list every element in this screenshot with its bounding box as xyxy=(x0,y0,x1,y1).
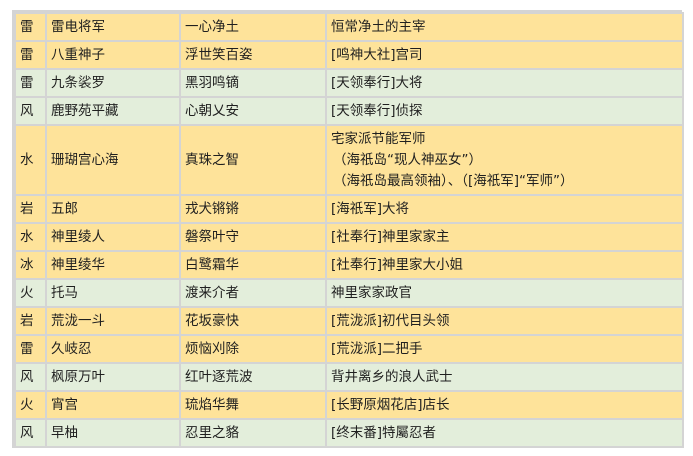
desc-line: [天领奉行]大将 xyxy=(331,74,423,91)
name-cell: 神里绫人 xyxy=(45,222,181,252)
desc-line: [社奉行]神里家家主 xyxy=(331,228,450,245)
title-cell: 浮世笑百姿 xyxy=(179,40,327,70)
name-cell: 托马 xyxy=(45,278,181,308)
desc-line: （海祇岛最高领袖）、（[海祇军]“军师”） xyxy=(333,172,574,189)
name-cell: 久岐忍 xyxy=(45,334,181,364)
name-cell: 鹿野苑平藏 xyxy=(45,96,181,126)
table-row: 风 早柚 忍里之貉 [终末番]特屬忍者 xyxy=(14,418,684,448)
title-cell: 心朝乂安 xyxy=(179,96,327,126)
table-row: 火 宵宫 琉焰华舞 [长野原烟花店]店长 xyxy=(14,390,684,420)
element-cell: 冰 xyxy=(14,250,47,280)
desc-line: [鸣神大社]宫司 xyxy=(331,46,423,63)
desc-cell: 恒常净土的主宰 xyxy=(325,12,684,42)
table-row: 岩 五郎 戎犬锵锵 [海祇军]大将 xyxy=(14,194,684,224)
name-cell: 荒泷一斗 xyxy=(45,306,181,336)
title-cell: 红叶逐荒波 xyxy=(179,362,327,392)
desc-line: （海祇岛“现人神巫女”） xyxy=(333,151,482,168)
element-cell: 水 xyxy=(14,222,47,252)
title-cell: 琉焰华舞 xyxy=(179,390,327,420)
table-row: 水 珊瑚宫心海 真珠之智 宅家派节能军师 （海祇岛“现人神巫女”） （海祇岛最高… xyxy=(14,124,684,196)
title-cell: 磐祭叶守 xyxy=(179,222,327,252)
desc-cell: [长野原烟花店]店长 xyxy=(325,390,684,420)
element-cell: 岩 xyxy=(14,194,47,224)
name-cell: 雷电将军 xyxy=(45,12,181,42)
name-cell: 八重神子 xyxy=(45,40,181,70)
table-row: 水 神里绫人 磐祭叶守 [社奉行]神里家家主 xyxy=(14,222,684,252)
desc-line: [长野原烟花店]店长 xyxy=(331,396,450,413)
table-row: 雷 久岐忍 烦恼刈除 [荒泷派]二把手 xyxy=(14,334,684,364)
desc-cell: [社奉行]神里家大小姐 xyxy=(325,250,684,280)
name-cell: 五郎 xyxy=(45,194,181,224)
desc-cell: [荒泷派]二把手 xyxy=(325,334,684,364)
desc-cell: [天领奉行]侦探 xyxy=(325,96,684,126)
element-cell: 水 xyxy=(14,124,47,196)
name-cell: 宵宫 xyxy=(45,390,181,420)
element-cell: 雷 xyxy=(14,40,47,70)
character-table-body: 雷 雷电将军 一心净土 恒常净土的主宰 雷 八重神子 浮世笑百姿 [鸣神大社]宫… xyxy=(14,12,684,448)
desc-cell: [荒泷派]初代目头领 xyxy=(325,306,684,336)
name-cell: 神里绫华 xyxy=(45,250,181,280)
title-cell: 真珠之智 xyxy=(179,124,327,196)
table-row: 雷 八重神子 浮世笑百姿 [鸣神大社]宫司 xyxy=(14,40,684,70)
desc-line: [天领奉行]侦探 xyxy=(331,102,423,119)
desc-line: 宅家派节能军师 xyxy=(331,130,426,147)
desc-line: [荒泷派]初代目头领 xyxy=(331,312,450,329)
name-cell: 枫原万叶 xyxy=(45,362,181,392)
table-row: 火 托马 渡来介者 神里家家政官 xyxy=(14,278,684,308)
table-row: 雷 雷电将军 一心净土 恒常净土的主宰 xyxy=(14,12,684,42)
table-row: 岩 荒泷一斗 花坂豪快 [荒泷派]初代目头领 xyxy=(14,306,684,336)
title-cell: 烦恼刈除 xyxy=(179,334,327,364)
table-row: 风 枫原万叶 红叶逐荒波 背井离乡的浪人武士 xyxy=(14,362,684,392)
title-cell: 白鹭霜华 xyxy=(179,250,327,280)
desc-cell: 背井离乡的浪人武士 xyxy=(325,362,684,392)
desc-cell: 宅家派节能军师 （海祇岛“现人神巫女”） （海祇岛最高领袖）、（[海祇军]“军师… xyxy=(325,124,684,196)
title-cell: 渡来介者 xyxy=(179,278,327,308)
desc-line: 背井离乡的浪人武士 xyxy=(331,368,453,385)
desc-line: [荒泷派]二把手 xyxy=(331,340,423,357)
element-cell: 雷 xyxy=(14,68,47,98)
title-cell: 戎犬锵锵 xyxy=(179,194,327,224)
desc-cell: [终末番]特屬忍者 xyxy=(325,418,684,448)
table-row: 风 鹿野苑平藏 心朝乂安 [天领奉行]侦探 xyxy=(14,96,684,126)
desc-cell: [社奉行]神里家家主 xyxy=(325,222,684,252)
desc-cell: [天领奉行]大将 xyxy=(325,68,684,98)
desc-line: [社奉行]神里家大小姐 xyxy=(331,256,464,273)
character-table-frame: 雷 雷电将军 一心净土 恒常净土的主宰 雷 八重神子 浮世笑百姿 [鸣神大社]宫… xyxy=(12,10,684,448)
desc-cell: [鸣神大社]宫司 xyxy=(325,40,684,70)
name-cell: 早柚 xyxy=(45,418,181,448)
table-row: 冰 神里绫华 白鹭霜华 [社奉行]神里家大小姐 xyxy=(14,250,684,280)
element-cell: 火 xyxy=(14,390,47,420)
element-cell: 岩 xyxy=(14,306,47,336)
name-cell: 珊瑚宫心海 xyxy=(45,124,181,196)
element-cell: 风 xyxy=(14,96,47,126)
title-cell: 忍里之貉 xyxy=(179,418,327,448)
desc-line: 神里家家政官 xyxy=(331,284,412,301)
title-cell: 黑羽鸣镝 xyxy=(179,68,327,98)
title-cell: 一心净土 xyxy=(179,12,327,42)
desc-line: [海祇军]大将 xyxy=(331,200,410,217)
character-table: 雷 雷电将军 一心净土 恒常净土的主宰 雷 八重神子 浮世笑百姿 [鸣神大社]宫… xyxy=(14,12,684,448)
element-cell: 雷 xyxy=(14,12,47,42)
element-cell: 风 xyxy=(14,362,47,392)
desc-line: [终末番]特屬忍者 xyxy=(331,424,437,441)
desc-cell: 神里家家政官 xyxy=(325,278,684,308)
desc-cell: [海祇军]大将 xyxy=(325,194,684,224)
title-cell: 花坂豪快 xyxy=(179,306,327,336)
element-cell: 火 xyxy=(14,278,47,308)
name-cell: 九条裟罗 xyxy=(45,68,181,98)
table-row: 雷 九条裟罗 黑羽鸣镝 [天领奉行]大将 xyxy=(14,68,684,98)
element-cell: 风 xyxy=(14,418,47,448)
element-cell: 雷 xyxy=(14,334,47,364)
desc-line: 恒常净土的主宰 xyxy=(331,18,426,35)
